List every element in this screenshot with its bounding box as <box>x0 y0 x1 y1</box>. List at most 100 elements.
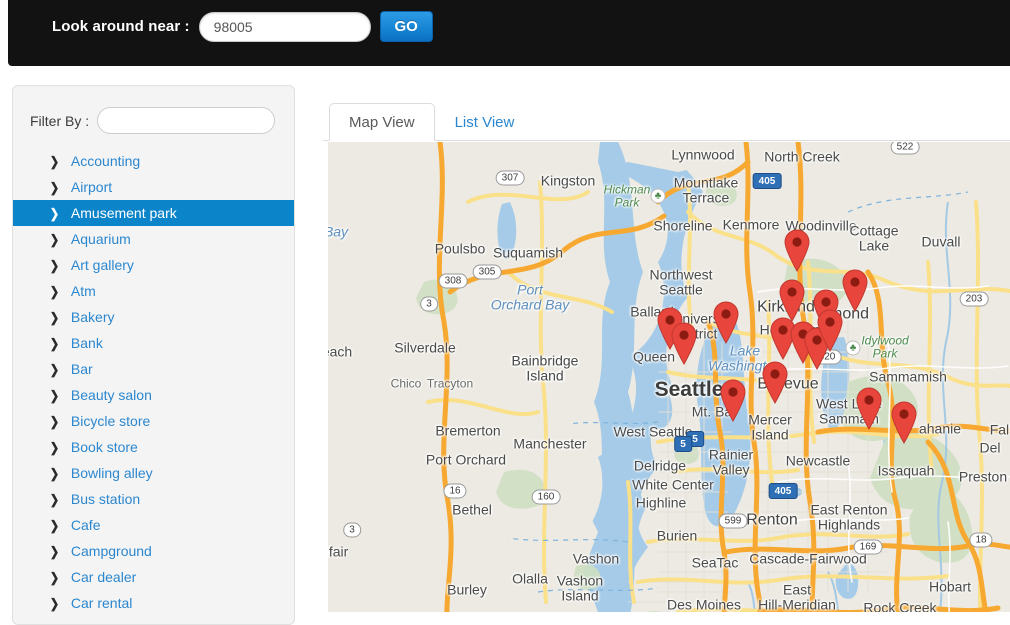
map-label: Sammamish <box>869 370 947 385</box>
map-label: Mountlake Terrace <box>674 175 739 204</box>
highway-shield-icon: 3 <box>420 297 438 312</box>
map-label: Manchester <box>513 437 586 452</box>
map-label: Burien <box>657 529 697 544</box>
sidebar-item-campground[interactable]: ❯ Campground <box>13 538 294 564</box>
map-label: Renton <box>746 513 798 530</box>
map-overlay: KingstonPoulsboSuquamishSilverdaleBainbr… <box>328 142 1010 612</box>
chevron-right-icon: ❯ <box>50 337 59 350</box>
map-label: Cascade-Fairwood <box>749 552 867 567</box>
map-label: Idylwood Park <box>861 334 908 359</box>
chevron-right-icon: ❯ <box>50 415 59 428</box>
filter-by-label: Filter By : <box>30 113 89 129</box>
map-label: ahanie <box>919 422 961 437</box>
marker-university-district[interactable] <box>711 300 741 344</box>
go-button[interactable]: GO <box>380 11 433 42</box>
highway-shield-icon: 5 <box>686 431 704 447</box>
sidebar-item-cafe[interactable]: ❯Cafe <box>13 512 294 538</box>
park-poi-icon[interactable]: ♣ <box>846 341 861 356</box>
map-label: Northwest Seattle <box>649 267 712 296</box>
highway-shield-icon: 522 <box>891 142 920 155</box>
map-label: Silverdale <box>394 341 455 356</box>
map-label: Port Orchard Bay <box>491 282 570 311</box>
chevron-right-icon: ❯ <box>50 519 59 532</box>
sidebar-item-bakery[interactable]: ❯Bakery <box>13 304 294 330</box>
map-label: Tracyton <box>427 378 473 391</box>
sidebar-item-label: Car dealer <box>71 570 136 584</box>
sidebar-item-label: Bowling alley <box>71 466 153 480</box>
sidebar-item-bank[interactable]: ❯Bank <box>13 330 294 356</box>
map-label: Bethel <box>452 503 492 518</box>
sidebar-item-label: Campground <box>71 544 152 558</box>
highway-shield-icon: 405 <box>753 173 782 189</box>
sidebar-item-atm[interactable]: ❯Atm <box>13 278 294 304</box>
map-label: Poulsbo <box>435 242 486 257</box>
highway-shield-icon: 169 <box>854 540 883 555</box>
marker-bellevue-south[interactable] <box>760 360 790 404</box>
map-label: Bainbridge Island <box>512 353 579 382</box>
sidebar-item-car-rental[interactable]: ❯Car rental <box>13 590 294 616</box>
tab-list-view[interactable]: List View <box>435 103 535 141</box>
marker-kingsgate[interactable] <box>782 228 812 272</box>
map-label: Highline <box>636 496 687 511</box>
highway-shield-icon: 305 <box>473 265 502 280</box>
map-label: Port Orchard <box>426 453 506 468</box>
highway-shield-icon: 16 <box>443 484 466 499</box>
sidebar-item-airport[interactable]: ❯Airport <box>13 174 294 200</box>
map-label: Suquamish <box>493 246 563 261</box>
map-label: each <box>328 345 352 360</box>
sidebar-item-label: Amusement park <box>71 206 177 220</box>
map-view[interactable]: KingstonPoulsboSuquamishSilverdaleBainbr… <box>328 142 1010 612</box>
sidebar-item-bar[interactable]: ❯Bar <box>13 356 294 382</box>
sidebar-item-art-gallery[interactable]: ❯Art gallery <box>13 252 294 278</box>
map-label: Bremerton <box>435 424 500 439</box>
sidebar-item-amusement-park[interactable]: ❯Amusement park <box>13 200 294 226</box>
map-label: Fall <box>990 423 1010 438</box>
chevron-right-icon: ❯ <box>50 441 59 454</box>
sidebar-item-label: Atm <box>71 284 96 298</box>
map-label: Bainbridge Island <box>512 353 579 382</box>
view-tabs: Map ViewList View <box>323 85 1010 141</box>
marker-seattle-downtown[interactable] <box>669 321 699 365</box>
sidebar-item-label: Art gallery <box>71 258 134 272</box>
map-label: Mercer Island <box>748 412 792 441</box>
map-label: East Hill-Meridian <box>758 582 836 611</box>
marker-overlake[interactable] <box>815 308 845 352</box>
marker-redmond-north[interactable] <box>840 268 870 312</box>
look-around-label: Look around near : <box>52 18 190 35</box>
sidebar-item-label: Aquarium <box>71 232 131 246</box>
sidebar-item-label: Beauty salon <box>71 388 152 402</box>
sidebar-item-bowling-alley[interactable]: ❯ Bowling alley <box>13 460 294 486</box>
highway-shield-icon: 203 <box>960 292 989 307</box>
sidebar-item-bicycle-store[interactable]: ❯ Bicycle store <box>13 408 294 434</box>
map-label: Hobart <box>929 580 971 595</box>
main-content: Map ViewList View <box>323 85 1010 612</box>
sidebar-item-book-store[interactable]: ❯Book store <box>13 434 294 460</box>
sidebar-item-bus-station[interactable]: ❯Bus station <box>13 486 294 512</box>
chevron-right-icon: ❯ <box>50 181 59 194</box>
marker-mt-baker[interactable] <box>718 378 748 422</box>
zip-input[interactable] <box>199 12 371 42</box>
map-label: Preston <box>959 470 1007 485</box>
tab-map-view[interactable]: Map View <box>329 103 435 141</box>
sidebar-item-label: Bicycle store <box>71 414 150 428</box>
sidebar-item-car-dealer[interactable]: ❯Car dealer <box>13 564 294 590</box>
sidebar-item-aquarium[interactable]: ❯Aquarium <box>13 226 294 252</box>
chevron-right-icon: ❯ <box>50 545 59 558</box>
park-poi-icon[interactable]: ♣ <box>651 189 666 204</box>
marker-issaquah[interactable] <box>889 400 919 444</box>
filter-sidebar: Filter By : ❯Accounting❯Airport❯Amusemen… <box>12 85 295 625</box>
top-search-bar: Look around near : GO <box>8 0 1010 66</box>
marker-west-lake-sammamish[interactable] <box>854 386 884 430</box>
sidebar-item-label: Bakery <box>71 310 115 324</box>
map-label: Hickman Park <box>604 183 651 208</box>
chevron-right-icon: ❯ <box>50 467 59 480</box>
map-label: Kenmore <box>723 218 780 233</box>
map-label: Shoreline <box>653 219 712 234</box>
sidebar-item-beauty-salon[interactable]: ❯Beauty salon <box>13 382 294 408</box>
map-label: Bay <box>328 225 348 240</box>
map-label: lfair <box>328 545 348 560</box>
highway-shield-icon: 307 <box>496 171 525 186</box>
filter-input[interactable] <box>97 107 275 134</box>
sidebar-item-accounting[interactable]: ❯Accounting <box>13 148 294 174</box>
map-label: East Renton Highlands <box>810 502 887 531</box>
